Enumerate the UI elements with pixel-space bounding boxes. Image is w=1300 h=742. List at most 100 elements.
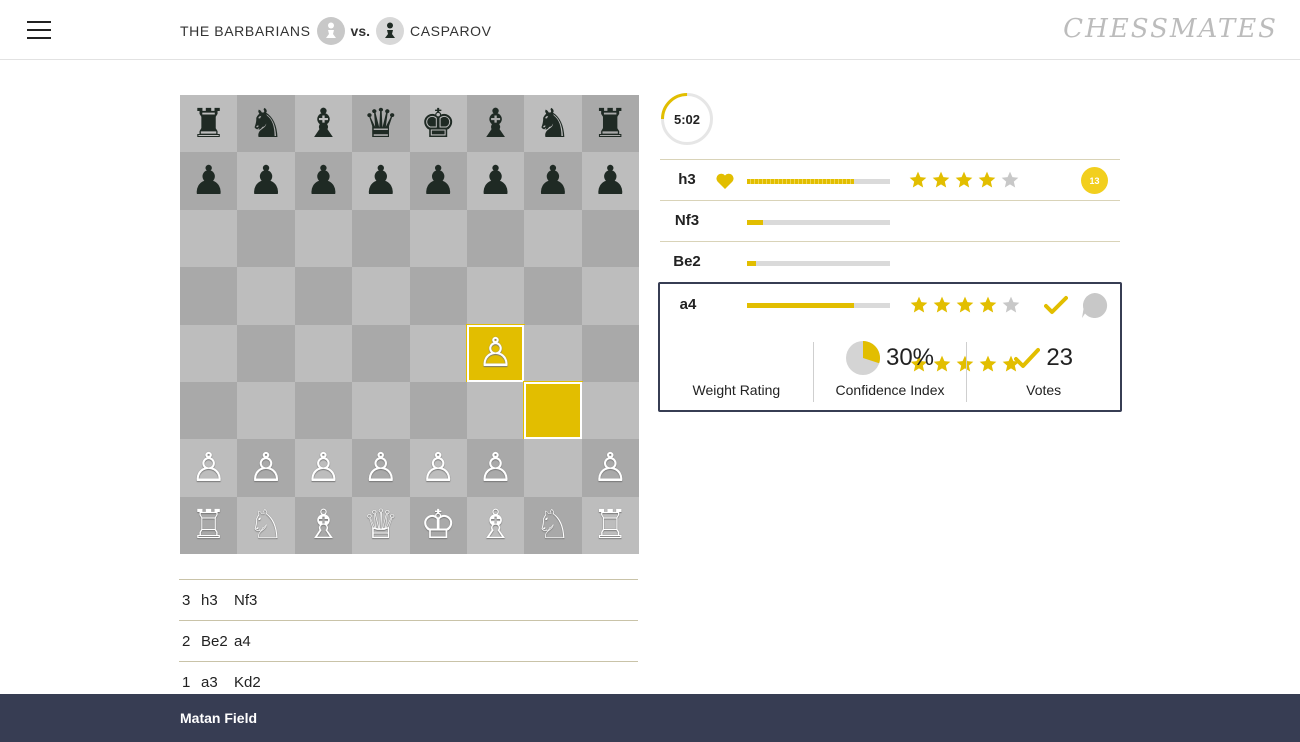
- comment-icon[interactable]: [1081, 292, 1108, 324]
- square-h4[interactable]: [581, 324, 639, 382]
- square-f3[interactable]: [466, 381, 525, 440]
- white-piece-icon[interactable]: ♙: [478, 448, 514, 488]
- white-piece-icon[interactable]: ♙: [191, 448, 227, 488]
- history-row[interactable]: 2 Be2 a4: [179, 620, 638, 661]
- white-piece-icon[interactable]: ♙: [592, 448, 628, 488]
- comment-count-badge[interactable]: 13: [1081, 167, 1108, 194]
- candidate-row[interactable]: Be2: [660, 241, 1120, 282]
- black-piece-icon[interactable]: ♚: [420, 104, 456, 144]
- square-d2[interactable]: ♙: [352, 439, 410, 497]
- square-g5[interactable]: [524, 267, 582, 325]
- square-d5[interactable]: [352, 267, 410, 325]
- black-piece-icon[interactable]: ♟: [592, 161, 628, 201]
- square-h5[interactable]: [581, 267, 639, 325]
- square-f7[interactable]: ♟: [466, 152, 525, 210]
- black-piece-icon[interactable]: ♞: [248, 104, 284, 144]
- star-icon[interactable]: [977, 170, 997, 195]
- white-piece-icon[interactable]: ♘: [248, 505, 284, 545]
- white-piece-icon[interactable]: ♘: [535, 505, 571, 545]
- square-d4[interactable]: [352, 324, 410, 382]
- square-f1[interactable]: ♗: [466, 496, 525, 554]
- square-h6[interactable]: [581, 209, 639, 268]
- star-icon[interactable]: [1001, 295, 1021, 320]
- square-a8[interactable]: ♜: [180, 95, 238, 153]
- square-g8[interactable]: ♞: [524, 95, 582, 153]
- white-piece-icon[interactable]: ♗: [306, 505, 342, 545]
- square-d1[interactable]: ♕: [352, 496, 410, 554]
- heart-icon[interactable]: [715, 172, 735, 195]
- square-e2[interactable]: ♙: [409, 439, 467, 497]
- square-a6[interactable]: [180, 209, 238, 268]
- black-piece-icon[interactable]: ♟: [248, 161, 284, 201]
- black-piece-icon[interactable]: ♜: [592, 104, 628, 144]
- square-a5[interactable]: [180, 267, 238, 325]
- square-f8[interactable]: ♝: [466, 95, 525, 153]
- white-piece-icon[interactable]: ♙: [248, 448, 284, 488]
- white-piece-icon[interactable]: ♖: [592, 505, 628, 545]
- square-c7[interactable]: ♟: [294, 152, 353, 210]
- square-e6[interactable]: [409, 209, 467, 268]
- square-a7[interactable]: ♟: [180, 152, 238, 210]
- user-name[interactable]: Matan Field: [180, 710, 257, 726]
- black-piece-icon[interactable]: ♟: [535, 161, 571, 201]
- black-piece-icon[interactable]: ♝: [478, 104, 514, 144]
- square-c2[interactable]: ♙: [294, 439, 353, 497]
- square-a1[interactable]: ♖: [180, 496, 238, 554]
- square-d3[interactable]: [352, 381, 410, 440]
- rating-stars[interactable]: [908, 170, 1020, 195]
- square-f5[interactable]: [466, 267, 525, 325]
- square-g6[interactable]: [524, 209, 582, 268]
- square-c4[interactable]: [294, 324, 353, 382]
- square-c5[interactable]: [294, 267, 353, 325]
- square-e7[interactable]: ♟: [409, 152, 467, 210]
- white-piece-icon[interactable]: ♙: [420, 448, 456, 488]
- black-piece-icon[interactable]: ♛: [363, 104, 399, 144]
- square-h2[interactable]: ♙: [581, 439, 639, 497]
- check-icon[interactable]: [1044, 295, 1068, 320]
- square-g4[interactable]: [524, 324, 582, 382]
- square-d8[interactable]: ♛: [352, 95, 410, 153]
- square-g2[interactable]: [524, 439, 582, 497]
- square-e8[interactable]: ♚: [409, 95, 467, 153]
- square-e4[interactable]: [409, 324, 467, 382]
- square-b2[interactable]: ♙: [237, 439, 295, 497]
- square-e1[interactable]: ♔: [409, 496, 467, 554]
- square-c3[interactable]: [294, 381, 353, 440]
- square-b6[interactable]: [237, 209, 295, 268]
- star-icon[interactable]: [908, 170, 928, 195]
- white-piece-icon[interactable]: ♗: [478, 505, 514, 545]
- square-a3[interactable]: [180, 381, 238, 440]
- square-e3[interactable]: [409, 381, 467, 440]
- black-piece-icon[interactable]: ♜: [191, 104, 227, 144]
- candidate-row[interactable]: h3 13: [660, 159, 1120, 200]
- star-icon[interactable]: [932, 295, 952, 320]
- square-h1[interactable]: ♖: [581, 496, 639, 554]
- star-icon[interactable]: [955, 295, 975, 320]
- square-f4[interactable]: ♙: [466, 324, 525, 382]
- black-piece-icon[interactable]: ♟: [191, 161, 227, 201]
- star-icon[interactable]: [978, 295, 998, 320]
- white-piece-icon[interactable]: ♕: [363, 505, 399, 545]
- star-icon[interactable]: [909, 295, 929, 320]
- square-b7[interactable]: ♟: [237, 152, 295, 210]
- selected-candidate[interactable]: a4 Weight Rating 30% Confidence Index 23…: [658, 282, 1122, 412]
- history-row[interactable]: 3 h3 Nf3: [179, 579, 638, 620]
- square-h3[interactable]: [581, 381, 639, 440]
- white-piece-icon[interactable]: ♙: [363, 448, 399, 488]
- square-g7[interactable]: ♟: [524, 152, 582, 210]
- square-d6[interactable]: [352, 209, 410, 268]
- square-h8[interactable]: ♜: [581, 95, 639, 153]
- square-a2[interactable]: ♙: [180, 439, 238, 497]
- rating-stars[interactable]: [909, 295, 1021, 320]
- square-b8[interactable]: ♞: [237, 95, 295, 153]
- square-b3[interactable]: [237, 381, 295, 440]
- chessmates-logo[interactable]: CHESSMATES: [1063, 14, 1278, 44]
- square-g1[interactable]: ♘: [524, 496, 582, 554]
- white-piece-icon[interactable]: ♙: [306, 448, 342, 488]
- hamburger-icon[interactable]: [27, 20, 51, 40]
- square-h7[interactable]: ♟: [581, 152, 639, 210]
- square-f2[interactable]: ♙: [466, 439, 525, 497]
- black-piece-icon[interactable]: ♞: [535, 104, 571, 144]
- white-piece-icon[interactable]: ♔: [420, 505, 456, 545]
- black-piece-icon[interactable]: ♟: [478, 161, 514, 201]
